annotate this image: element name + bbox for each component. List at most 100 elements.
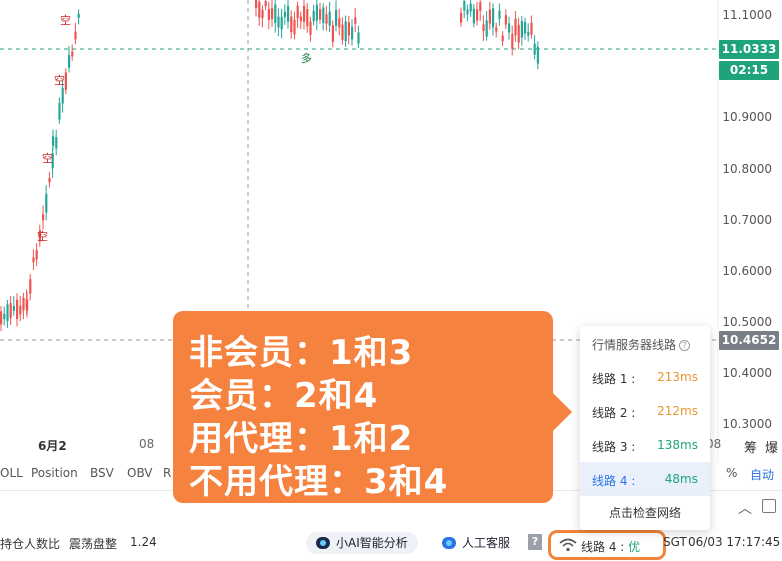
candle-body (325, 14, 328, 24)
candle-body (344, 21, 347, 41)
route-name: 线路 2 : (592, 406, 636, 420)
candle-body (498, 10, 501, 19)
price-level-label: 10.7000 (722, 213, 772, 227)
route-option-1[interactable]: 线路 1 : 213ms (580, 360, 710, 394)
customer-service-label: 人工客服 (462, 536, 511, 550)
percent-scale-toggle[interactable]: % (726, 466, 737, 480)
candle-body (290, 16, 293, 33)
candle-body (261, 9, 264, 19)
candle-body (463, 1, 466, 11)
candle-body (495, 27, 498, 32)
price-level-label: 10.9000 (722, 110, 772, 124)
route-status-button[interactable]: 线路 4 : 优 (548, 530, 666, 560)
indicator-boll[interactable]: OLL (0, 466, 23, 480)
candle-body (331, 25, 334, 42)
price-level-label: 11.1000 (722, 8, 772, 22)
indicator-r[interactable]: R (163, 466, 171, 480)
candle-body (35, 250, 38, 260)
candle-body (61, 88, 64, 104)
market-state-label: 震荡盘整 (69, 537, 118, 551)
candle-body (508, 23, 511, 33)
candle-body (338, 18, 341, 28)
ai-analysis-label: 小AI智能分析 (336, 536, 408, 550)
divider (580, 494, 710, 495)
timezone-label: SGT (663, 535, 687, 549)
candle-body (32, 257, 35, 263)
indicator-obv[interactable]: OBV (127, 466, 153, 480)
date-axis-label: 08 (139, 437, 155, 451)
signal-marker-sell: 空 (42, 151, 53, 165)
check-network-button[interactable]: 点击检查网络 (580, 504, 710, 521)
price-level-label: 10.5000 (722, 315, 772, 329)
candle-body (267, 8, 270, 20)
candle-body (524, 22, 527, 34)
candle-body (533, 43, 536, 55)
candle-body (0, 311, 3, 325)
route-name: 线路 3 : (592, 440, 636, 454)
fullscreen-icon[interactable] (762, 499, 776, 513)
holder-ratio-label: 持仓人数比 (0, 537, 61, 551)
candle-body (277, 16, 280, 28)
chevron-up-icon[interactable]: ︿ (738, 498, 752, 518)
candle-body (322, 7, 325, 24)
candle-body (312, 10, 315, 22)
candle-body (258, 1, 261, 18)
candle-body (55, 137, 58, 149)
callout-line: 会员：2和4 (189, 376, 379, 416)
candle-body (287, 5, 290, 22)
route-name: 线路 4 : (592, 474, 636, 488)
candle-body (48, 177, 51, 183)
candle-body (504, 15, 507, 25)
price-level-label: 10.3000 (722, 417, 772, 431)
question-icon[interactable]: ? (679, 340, 691, 351)
price-level-label: 10.4000 (722, 366, 772, 380)
auto-scale-toggle[interactable]: 自动 (750, 466, 774, 483)
candle-body (42, 214, 45, 221)
chip-distribution-tab[interactable]: 筹 (744, 437, 757, 456)
candle-body (466, 9, 469, 15)
route-name: 线路 1 : (592, 372, 636, 386)
date-axis-label: 6月2 (38, 439, 67, 453)
candle-body (472, 8, 475, 24)
candle-body (3, 313, 6, 320)
candle-body (283, 11, 286, 17)
candle-body (274, 4, 277, 23)
candle-body (280, 16, 283, 30)
candle-body (319, 9, 322, 20)
route-option-4[interactable]: 线路 4 : 48ms (580, 462, 710, 496)
signal-marker-sell: 空 (54, 73, 65, 87)
last-price-badge: 11.0333 (719, 40, 779, 59)
route-latency: 48ms (664, 472, 698, 486)
price-level-label: 10.6000 (722, 264, 772, 278)
routes-popup: 行情服务器线路? 线路 1 : 213ms 线路 2 : 212ms 线路 3 … (580, 326, 710, 530)
candle-body (476, 9, 479, 21)
candle-body (255, 0, 258, 9)
candle-body (460, 12, 463, 23)
candle-body (64, 72, 67, 90)
candle-body (488, 9, 491, 24)
candle-body (520, 21, 523, 38)
route-option-2[interactable]: 线路 2 : 212ms (580, 394, 710, 428)
signal-marker-sell: 空 (60, 13, 71, 27)
route-grade: 优 (628, 540, 641, 554)
customer-service-button[interactable]: 人工客服 (432, 532, 521, 554)
help-icon[interactable]: ? (528, 534, 542, 550)
route-option-3[interactable]: 线路 3 : 138ms (580, 428, 710, 462)
headset-icon (442, 537, 456, 549)
callout-line: 不用代理：3和4 (189, 462, 449, 502)
route-latency: 212ms (657, 404, 698, 418)
candle-body (296, 5, 299, 19)
route-label: 线路 4 : (581, 540, 625, 554)
signal-marker-buy: 多 (301, 51, 312, 65)
indicator-position[interactable]: Position (31, 466, 78, 480)
candle-body (264, 0, 267, 7)
indicator-bsv[interactable]: BSV (90, 466, 114, 480)
candle-body (517, 24, 520, 43)
status-bar: 持仓人数比 震荡盘整 1.24 小AI智能分析 人工客服 ? 线路 4 : 优 … (0, 530, 782, 560)
candle-body (492, 8, 495, 28)
annotation-callout: 非会员：1和3 会员：2和4 用代理：1和2 不用代理：3和4 (173, 311, 553, 503)
candle-body (68, 55, 71, 68)
routes-title-text: 行情服务器线路 (592, 338, 677, 352)
liquidation-tab[interactable]: 爆 (765, 437, 778, 456)
ai-analysis-button[interactable]: 小AI智能分析 (306, 532, 418, 554)
